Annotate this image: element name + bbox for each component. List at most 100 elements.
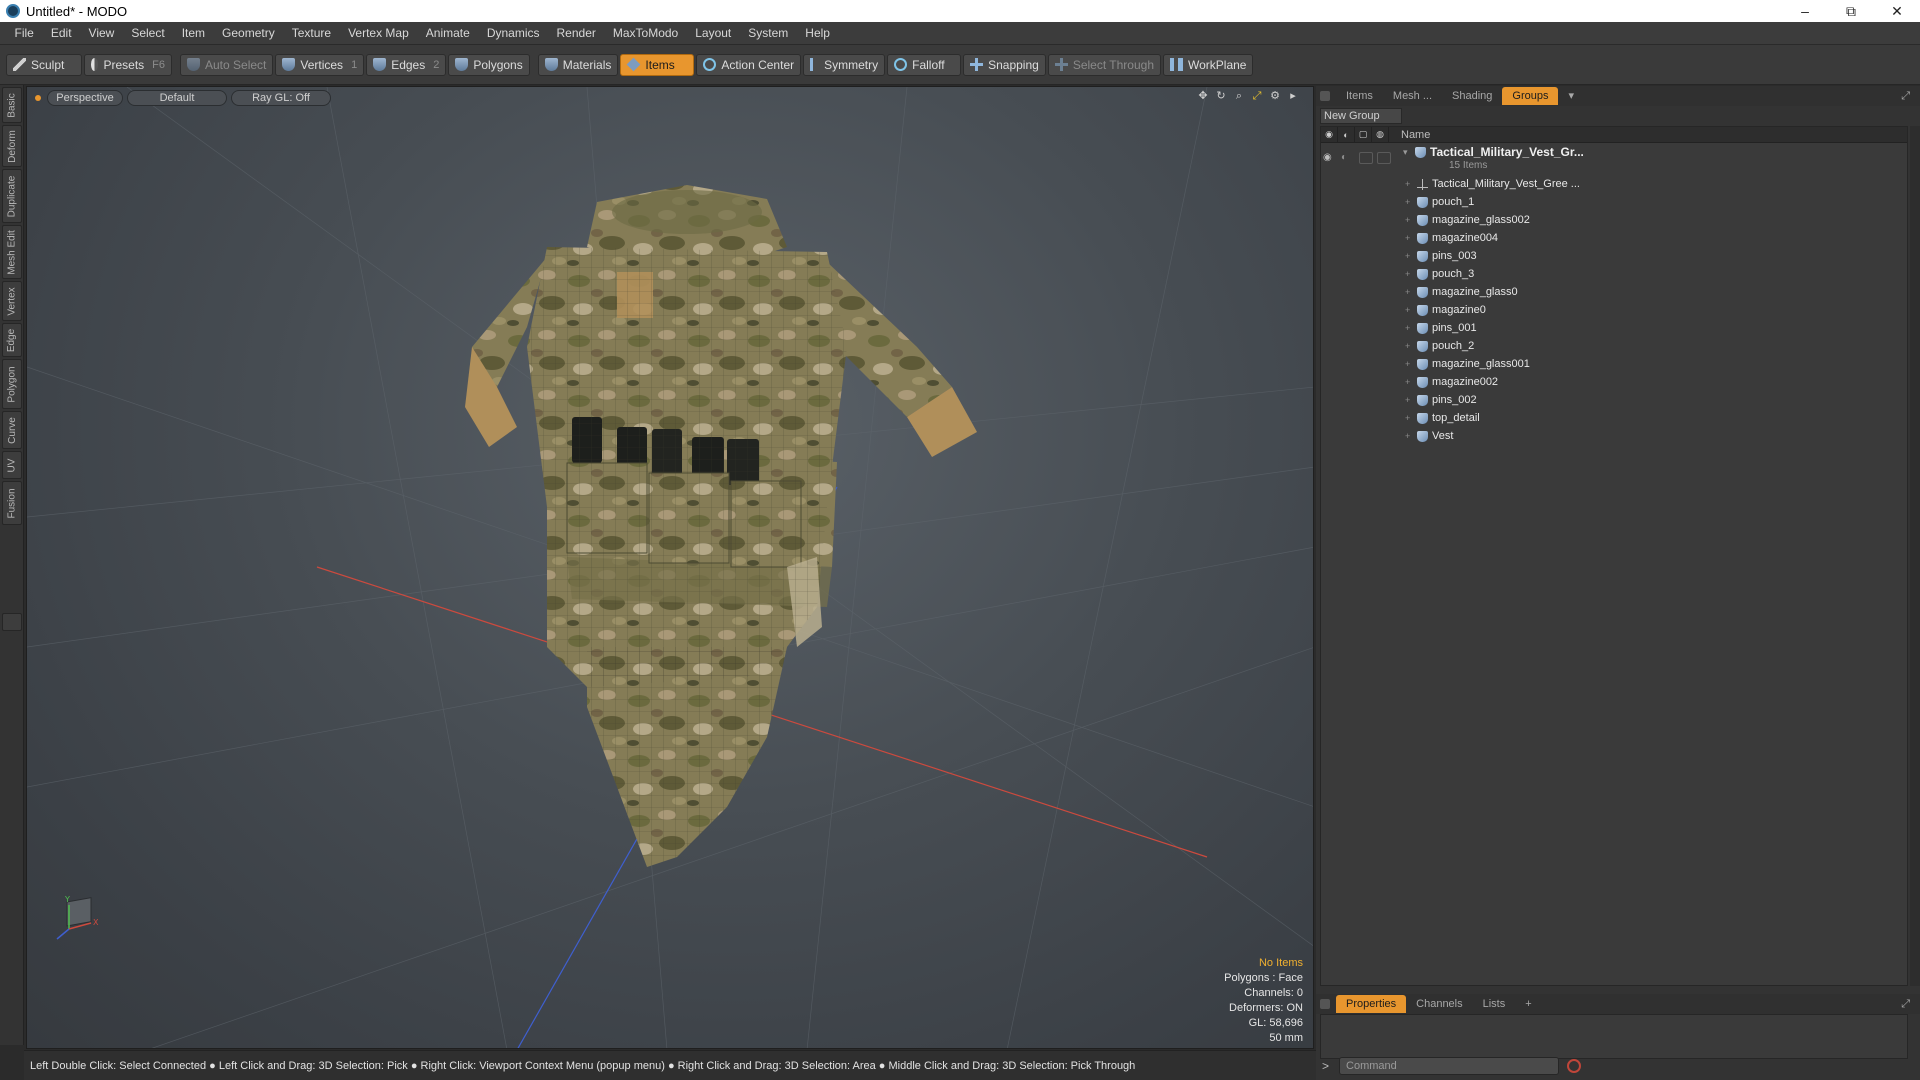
action-center-button[interactable]: Action Center: [696, 53, 802, 76]
list-item[interactable]: + Tactical_Military_Vest_Gree ...: [1405, 175, 1580, 193]
properties-expand-icon[interactable]: ⤢: [1891, 995, 1920, 1013]
menu-texture[interactable]: Texture: [283, 22, 339, 45]
tab-vertex[interactable]: Vertex: [2, 281, 22, 321]
snapping-button[interactable]: Snapping: [963, 53, 1046, 76]
menu-file[interactable]: File: [6, 22, 42, 45]
list-item[interactable]: + top_detail: [1405, 409, 1480, 427]
group-select-checkbox[interactable]: [1377, 152, 1391, 164]
tabs-dropdown-icon[interactable]: ▾: [1558, 87, 1584, 105]
raygl-toggle[interactable]: Ray GL: Off: [231, 90, 331, 106]
menu-dynamics[interactable]: Dynamics: [478, 22, 548, 45]
workplane-button[interactable]: WorkPlane: [1163, 53, 1254, 76]
close-button[interactable]: ✕: [1874, 0, 1920, 22]
groups-list-scrollbar[interactable]: [1910, 126, 1920, 986]
tab-deform[interactable]: Deform: [2, 125, 22, 167]
group-render-toggle[interactable]: ◐: [1341, 152, 1355, 164]
menu-edit[interactable]: Edit: [42, 22, 80, 45]
tab-properties[interactable]: Properties: [1336, 995, 1407, 1013]
visibility-column-eye-icon[interactable]: ◉: [1321, 126, 1338, 143]
polygons-button[interactable]: Polygons: [448, 53, 530, 76]
group-visibility-eye-icon[interactable]: ◉: [1323, 152, 1337, 164]
tab-expand-button[interactable]: [2, 613, 22, 631]
tab-basic[interactable]: Basic: [2, 87, 22, 123]
tab-edge[interactable]: Edge: [2, 323, 22, 357]
list-item[interactable]: + magazine_glass002: [1405, 211, 1530, 229]
group-lock-checkbox[interactable]: [1359, 152, 1373, 164]
list-item[interactable]: + magazine_glass0: [1405, 283, 1518, 301]
auto-select-button[interactable]: Auto Select: [180, 53, 274, 76]
falloff-button[interactable]: Falloff: [887, 53, 962, 76]
tab-mesh[interactable]: Mesh ...: [1383, 87, 1442, 105]
expand-icon[interactable]: +: [1405, 305, 1417, 315]
expand-icon[interactable]: +: [1405, 251, 1417, 261]
expand-icon[interactable]: +: [1405, 341, 1417, 351]
menu-render[interactable]: Render: [548, 22, 604, 45]
new-group-button[interactable]: New Group: [1320, 108, 1402, 124]
tab-shading[interactable]: Shading: [1442, 87, 1502, 105]
menu-help[interactable]: Help: [797, 22, 839, 45]
name-column-header[interactable]: Name: [1401, 129, 1430, 141]
select-through-button[interactable]: Select Through: [1047, 53, 1161, 76]
expand-icon[interactable]: +: [1405, 377, 1417, 387]
select-column-icon[interactable]: ◍: [1372, 126, 1389, 143]
lock-column-icon[interactable]: ▢: [1355, 126, 1372, 143]
tab-curve[interactable]: Curve: [2, 411, 22, 449]
expand-icon[interactable]: +: [1405, 431, 1417, 441]
command-history-icon[interactable]: [1567, 1059, 1582, 1073]
shading-dropdown[interactable]: Default: [127, 90, 227, 106]
menu-select[interactable]: Select: [123, 22, 173, 45]
group-collapse-icon[interactable]: ▾: [1403, 147, 1415, 158]
tab-duplicate[interactable]: Duplicate: [2, 169, 22, 223]
expand-icon[interactable]: +: [1405, 323, 1417, 333]
list-item[interactable]: + pouch_3: [1405, 265, 1474, 283]
menu-layout[interactable]: Layout: [687, 22, 740, 45]
menu-geometry[interactable]: Geometry: [214, 22, 284, 45]
group-row[interactable]: ◉ ◐ ▾ Tactical_Military_Vest_Gr... 15 It…: [1321, 144, 1907, 174]
presets-button[interactable]: Presets F6: [84, 53, 172, 76]
list-item[interactable]: + magazine002: [1405, 373, 1498, 391]
menu-item[interactable]: Item: [173, 22, 213, 45]
render-column-icon[interactable]: ◐: [1338, 126, 1355, 143]
add-tab-button[interactable]: +: [1515, 995, 1541, 1013]
tab-channels[interactable]: Channels: [1406, 995, 1472, 1013]
expand-icon[interactable]: +: [1405, 269, 1417, 279]
3d-viewport[interactable]: Y X Perspective Default Ray GL: Off ✥ ↻ …: [26, 86, 1314, 1049]
expand-icon[interactable]: +: [1405, 233, 1417, 243]
pan-icon[interactable]: ✥: [1197, 90, 1209, 102]
list-item[interactable]: + magazine0: [1405, 301, 1486, 319]
panel-expand-icon[interactable]: ⤢: [1891, 87, 1920, 105]
edges-button[interactable]: Edges 2: [366, 53, 447, 76]
expand-arrow-icon[interactable]: ▸: [1287, 90, 1299, 102]
menu-system[interactable]: System: [740, 22, 797, 45]
tab-uv[interactable]: UV: [2, 451, 22, 479]
symmetry-button[interactable]: Symmetry: [803, 53, 886, 76]
menu-vertex-map[interactable]: Vertex Map: [340, 22, 418, 45]
tab-groups[interactable]: Groups: [1502, 87, 1559, 105]
tab-lists[interactable]: Lists: [1473, 995, 1516, 1013]
list-item[interactable]: + pouch_2: [1405, 337, 1474, 355]
tab-polygon[interactable]: Polygon: [2, 359, 22, 409]
tab-items[interactable]: Items: [1336, 87, 1383, 105]
tab-fusion[interactable]: Fusion: [2, 481, 22, 525]
list-item[interactable]: + pins_002: [1405, 391, 1477, 409]
expand-icon[interactable]: +: [1405, 413, 1417, 423]
list-item[interactable]: + pins_001: [1405, 319, 1477, 337]
zoom-icon[interactable]: ⌕: [1233, 90, 1245, 102]
command-input[interactable]: Command: [1339, 1057, 1560, 1075]
vest-model[interactable]: [465, 185, 977, 867]
list-item[interactable]: + pouch_1: [1405, 193, 1474, 211]
menu-animate[interactable]: Animate: [417, 22, 478, 45]
panel-menu-icon[interactable]: [1320, 91, 1330, 101]
items-button[interactable]: Items: [620, 53, 695, 76]
properties-menu-icon[interactable]: [1320, 999, 1330, 1009]
expand-icon[interactable]: +: [1405, 215, 1417, 225]
expand-icon[interactable]: +: [1405, 197, 1417, 207]
rotate-icon[interactable]: ↻: [1215, 90, 1227, 102]
list-item[interactable]: + magazine004: [1405, 229, 1498, 247]
menu-maxtomodo[interactable]: MaxToModo: [604, 22, 686, 45]
fit-icon[interactable]: ⤢: [1251, 90, 1263, 102]
list-item[interactable]: + Vest: [1405, 427, 1453, 445]
list-item[interactable]: + magazine_glass001: [1405, 355, 1530, 373]
expand-icon[interactable]: +: [1405, 179, 1417, 189]
view-mode-dropdown[interactable]: Perspective: [47, 90, 123, 106]
